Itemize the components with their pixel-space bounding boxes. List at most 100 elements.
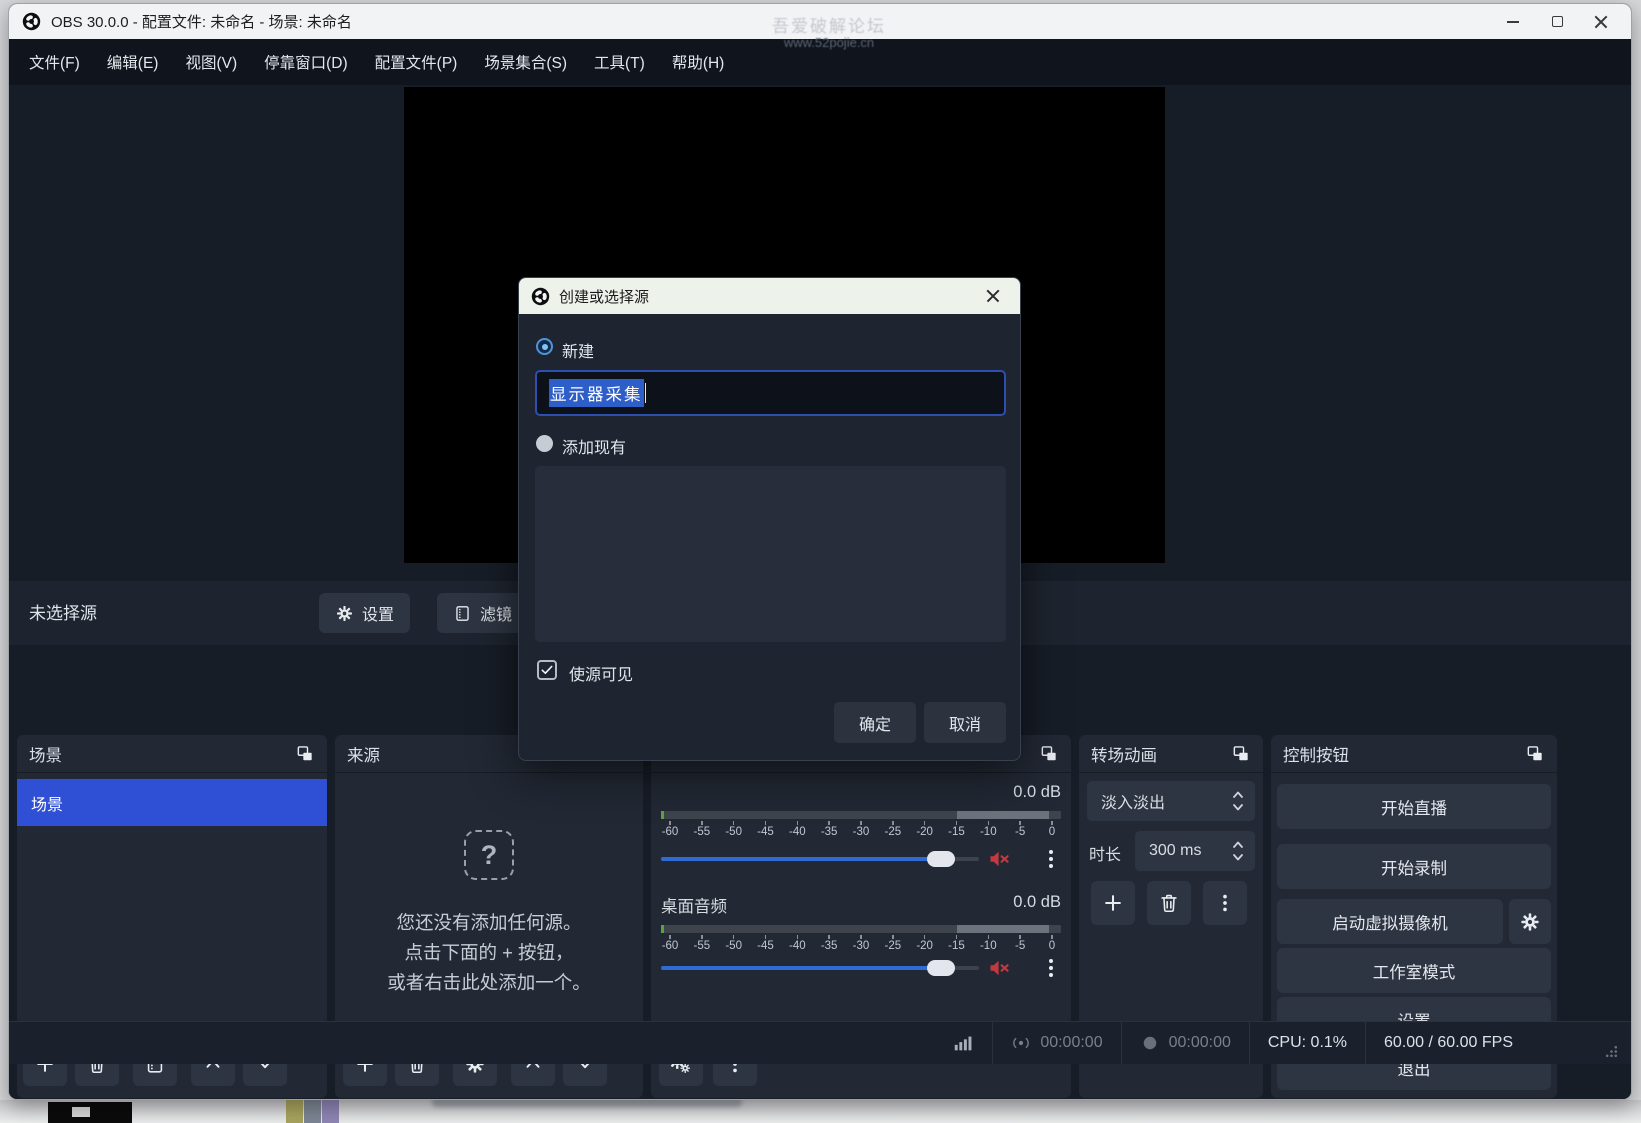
background-thumbnail — [322, 1100, 339, 1123]
check-icon — [540, 663, 554, 677]
start-virtual-camera-button[interactable]: 启动虚拟摄像机 — [1277, 899, 1503, 944]
maximize-button[interactable] — [1535, 5, 1579, 38]
kebab-menu-icon[interactable] — [1039, 956, 1063, 980]
popout-icon[interactable] — [1231, 744, 1251, 764]
mute-speaker-icon[interactable] — [987, 847, 1011, 871]
scale-label: -60 — [662, 826, 679, 838]
obs-window: OBS 30.0.0 - 配置文件: 未命名 - 场景: 未命名 吾爱破解论坛 … — [8, 3, 1632, 1100]
make-source-visible-checkbox[interactable] — [537, 660, 557, 680]
scale-label: 0 — [1049, 940, 1055, 952]
existing-sources-list[interactable] — [535, 466, 1006, 642]
background-page-strip — [0, 1100, 1641, 1123]
scale-label: -45 — [757, 940, 774, 952]
start-recording-button[interactable]: 开始录制 — [1277, 844, 1551, 889]
sources-panel-title: 来源 — [347, 742, 380, 766]
fps-indicator: 60.00 / 60.00 FPS — [1384, 1034, 1513, 1052]
ok-button[interactable]: 确定 — [834, 702, 916, 743]
filter-icon — [453, 604, 472, 623]
scale-label: -5 — [1015, 826, 1025, 838]
scale-label: -40 — [789, 826, 806, 838]
create-new-radio[interactable] — [536, 338, 553, 355]
mixer-channel1-meter — [661, 811, 1061, 819]
source-filters-label: 滤镜 — [480, 601, 512, 625]
volume-slider[interactable] — [661, 966, 979, 970]
gear-icon — [1519, 911, 1541, 933]
duration-spinner[interactable]: 300 ms — [1135, 831, 1255, 871]
scale-label: -10 — [980, 826, 997, 838]
dialog-close-button[interactable] — [978, 281, 1008, 311]
remove-transition-button[interactable] — [1147, 881, 1191, 925]
volume-slider[interactable] — [661, 857, 979, 861]
scale-label: -10 — [980, 940, 997, 952]
close-button[interactable] — [1579, 5, 1623, 38]
source-name-input[interactable]: 显示器采集 — [535, 370, 1006, 416]
virtual-camera-config-button[interactable] — [1509, 899, 1551, 944]
kebab-menu-icon — [1214, 892, 1236, 914]
source-properties-button[interactable]: 设置 — [319, 593, 410, 633]
scale-label: -25 — [884, 826, 901, 838]
cancel-label: 取消 — [949, 711, 981, 735]
menu-item[interactable]: 工具(T) — [594, 51, 645, 73]
scale-label: -45 — [757, 826, 774, 838]
make-source-visible-label: 使源可见 — [569, 661, 633, 685]
ok-label: 确定 — [859, 711, 891, 735]
sources-empty-state: ? 您还没有添加任何源。 点击下面的 + 按钮， 或者右击此处添加一个。 — [335, 830, 643, 998]
popout-icon[interactable] — [1039, 744, 1059, 764]
popout-icon[interactable] — [295, 744, 315, 764]
gear-icon — [335, 604, 354, 623]
mixer-channel2-name: 桌面音频 — [661, 893, 727, 917]
start-streaming-button[interactable]: 开始直播 — [1277, 784, 1551, 829]
menu-item[interactable]: 编辑(E) — [107, 51, 159, 73]
volume-slider-handle[interactable] — [927, 960, 955, 976]
minimize-button[interactable] — [1491, 5, 1535, 38]
add-existing-radio[interactable] — [536, 435, 553, 452]
transition-select[interactable]: 淡入淡出 — [1087, 781, 1255, 821]
add-existing-label: 添加现有 — [562, 434, 626, 458]
stream-time: 00:00:00 — [1040, 1034, 1102, 1052]
sources-empty-line1: 您还没有添加任何源。 — [335, 908, 643, 938]
text-caret — [645, 383, 647, 403]
popout-icon[interactable] — [1525, 744, 1545, 764]
record-time: 00:00:00 — [1169, 1034, 1231, 1052]
menu-item[interactable]: 文件(F) — [29, 51, 80, 73]
question-mark-icon: ? — [464, 830, 514, 880]
menu-item[interactable]: 停靠窗口(D) — [264, 51, 348, 73]
transition-menu-button[interactable] — [1203, 881, 1247, 925]
status-bar: 00:00:00 00:00:00 CPU: 0.1% 60.00 / 60.0… — [9, 1021, 1631, 1064]
volume-slider-handle[interactable] — [927, 851, 955, 867]
kebab-menu-icon[interactable] — [1039, 847, 1063, 871]
add-transition-button[interactable] — [1091, 881, 1135, 925]
resize-grip[interactable] — [1604, 1044, 1619, 1059]
menu-item[interactable]: 场景集合(S) — [484, 51, 567, 73]
source-properties-label: 设置 — [362, 601, 394, 625]
studio-mode-label: 工作室模式 — [1373, 959, 1456, 983]
cancel-button[interactable]: 取消 — [924, 702, 1006, 743]
spinner-chevrons-icon — [1231, 838, 1245, 864]
obs-logo-icon — [531, 287, 550, 306]
scale-label: -15 — [948, 940, 965, 952]
background-thumbnail — [304, 1100, 321, 1123]
scale-label: -15 — [948, 826, 965, 838]
studio-mode-button[interactable]: 工作室模式 — [1277, 948, 1551, 993]
scale-label: -55 — [694, 940, 711, 952]
menu-item[interactable]: 视图(V) — [185, 51, 237, 73]
spinner-chevrons-icon — [1231, 788, 1245, 814]
close-icon — [1594, 15, 1608, 29]
menu-item[interactable]: 配置文件(P) — [375, 51, 458, 73]
mute-speaker-icon[interactable] — [987, 956, 1011, 980]
scale-label: -20 — [916, 826, 933, 838]
duration-label: 时长 — [1089, 841, 1121, 865]
source-filters-button[interactable]: 滤镜 — [437, 593, 528, 633]
start-streaming-label: 开始直播 — [1381, 795, 1447, 819]
broadcast-icon — [1011, 1033, 1031, 1053]
scene-list-item-selected[interactable]: 场景 — [17, 779, 327, 826]
mixer-channel1-scale: -60-55-50-45-40-35-30-25-20-15-10-50 — [657, 821, 1065, 838]
scale-label: -30 — [853, 940, 870, 952]
minimize-icon — [1507, 21, 1519, 23]
sources-empty-line2: 点击下面的 + 按钮， — [335, 938, 643, 968]
trash-icon — [1158, 892, 1180, 914]
connection-bars-icon — [952, 1032, 974, 1054]
create-new-label: 新建 — [562, 338, 594, 362]
menu-item[interactable]: 帮助(H) — [672, 51, 725, 73]
screen: OBS 30.0.0 - 配置文件: 未命名 - 场景: 未命名 吾爱破解论坛 … — [0, 0, 1641, 1123]
